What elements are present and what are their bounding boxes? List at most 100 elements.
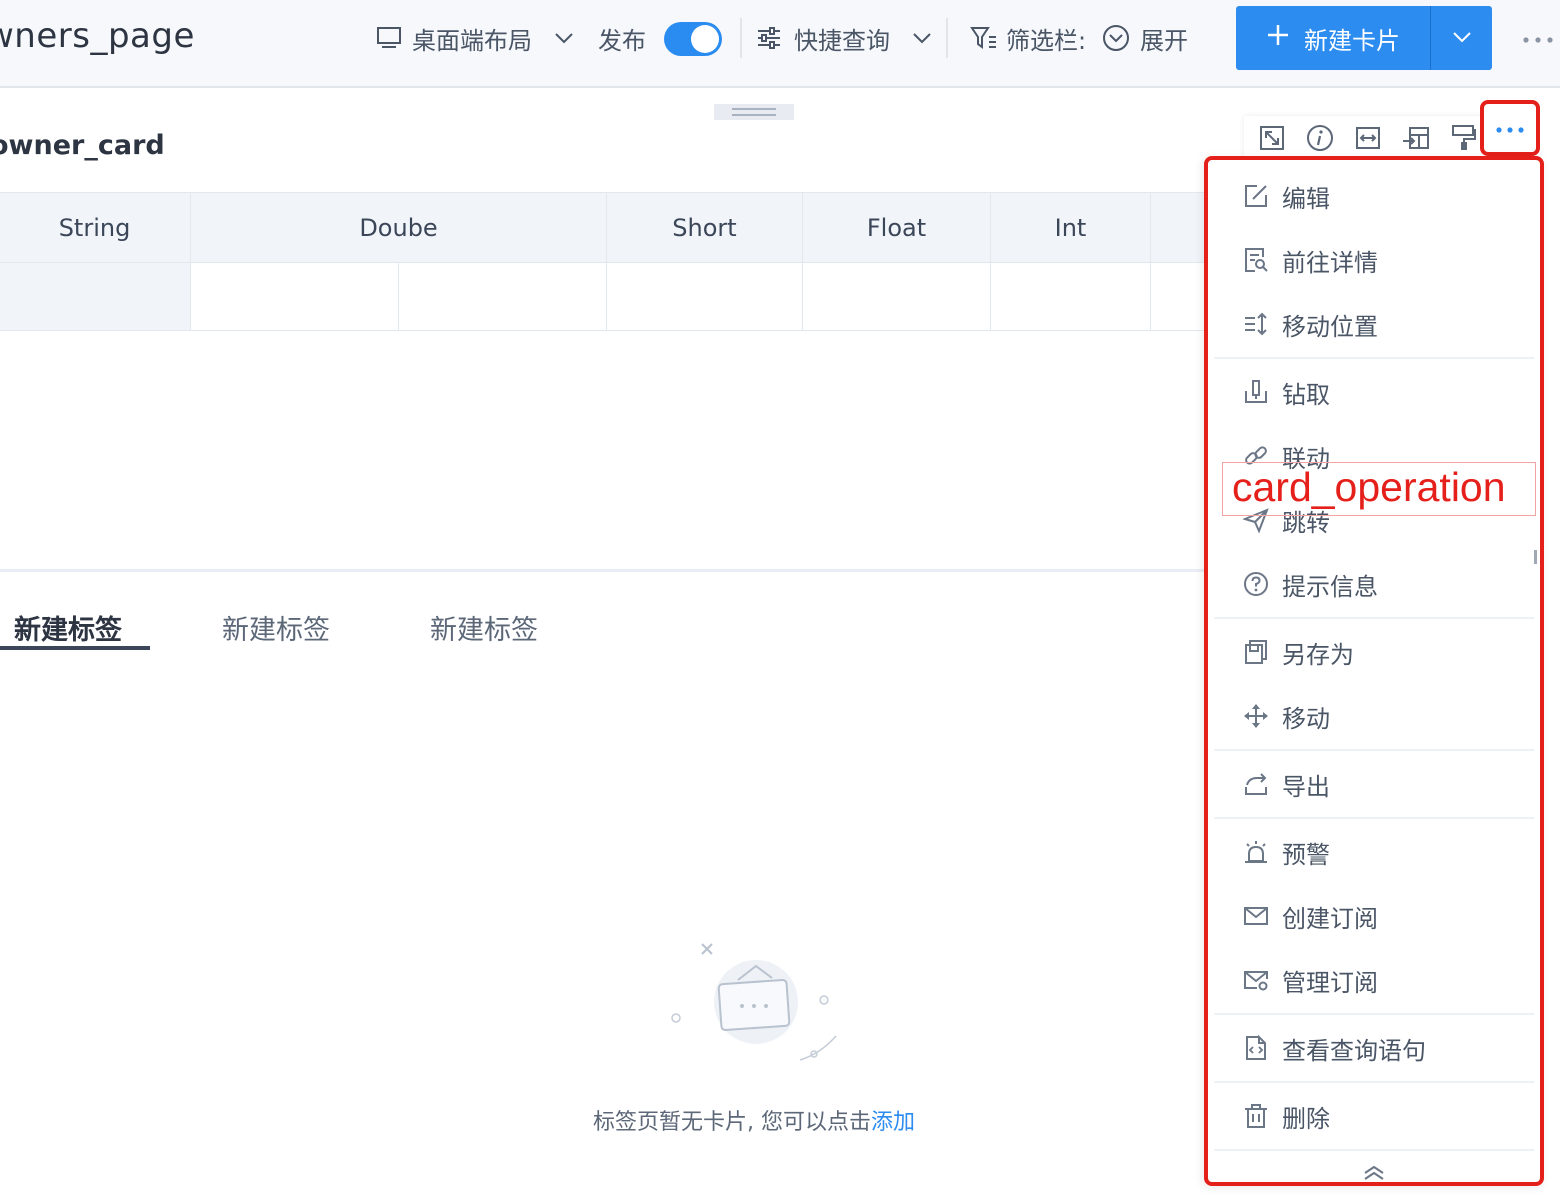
save-as-icon (1242, 638, 1270, 666)
menu-item-drill[interactable]: 钻取 (1214, 360, 1534, 424)
column-header[interactable]: Int (990, 192, 1151, 263)
menu-divider (1214, 1081, 1534, 1083)
new-card-dropdown-button[interactable] (1430, 6, 1492, 70)
quick-query-label: 快捷查询 (794, 26, 890, 55)
chevron-down-icon (912, 31, 932, 45)
menu-item-label: 删除 (1282, 1104, 1330, 1133)
menu-item-label: 编辑 (1282, 184, 1330, 213)
new-card-label: 新建卡片 (1304, 26, 1400, 55)
detail-icon (1242, 246, 1270, 274)
sliders-icon (756, 25, 782, 51)
column-header[interactable]: Float (802, 192, 991, 263)
menu-collapse-button[interactable] (1214, 1152, 1534, 1198)
menu-item-label: 另存为 (1282, 640, 1354, 669)
column-header[interactable]: Doube (190, 192, 607, 263)
plus-icon (1266, 23, 1290, 53)
column-header (1150, 192, 1211, 263)
tab-item[interactable]: 新建标签 (14, 608, 122, 647)
menu-item-move[interactable]: 移动 (1214, 684, 1534, 748)
layout-icon[interactable] (1392, 116, 1440, 160)
layout-label: 桌面端布局 (412, 26, 532, 55)
page-more-button[interactable] (1520, 20, 1556, 56)
desktop-icon (376, 25, 402, 51)
tab-item[interactable]: 新建标签 (430, 608, 538, 647)
fit-width-icon[interactable] (1344, 116, 1392, 160)
menu-scrollbar[interactable] (1534, 550, 1537, 564)
menu-item-label: 移动位置 (1282, 312, 1378, 341)
menu-divider (1214, 1013, 1534, 1015)
layout-dropdown[interactable]: 桌面端布局 (376, 20, 574, 56)
trash-icon (1242, 1102, 1270, 1130)
menu-item-label: 导出 (1282, 772, 1330, 801)
table-cell (0, 262, 191, 331)
card-title: owner_card (0, 130, 165, 161)
menu-item-create-subscription[interactable]: 创建订阅 (1214, 884, 1534, 948)
menu-item-label: 预警 (1282, 840, 1330, 869)
code-file-icon (1242, 1034, 1270, 1062)
menu-item-save-as[interactable]: 另存为 (1214, 620, 1534, 684)
column-header[interactable]: String (0, 192, 191, 263)
menu-item-manage-subscription[interactable]: 管理订阅 (1214, 948, 1534, 1012)
chevron-down-icon (1452, 29, 1472, 48)
move-icon (1242, 702, 1270, 730)
menu-item-tooltip[interactable]: 提示信息 (1214, 552, 1534, 616)
menu-divider (1214, 749, 1534, 751)
menu-item-label: 管理订阅 (1282, 968, 1378, 997)
card-operation-menu: 编辑 前往详情 移动位置 钻取 联动 跳转 提示信息 另存为 移动 导出 预警 … (1204, 156, 1544, 1186)
expand-label: 展开 (1140, 26, 1188, 55)
menu-divider (1214, 1149, 1534, 1151)
quick-query-dropdown[interactable]: 快捷查询 (756, 20, 932, 56)
expand-filter-button[interactable]: 展开 (1102, 20, 1188, 56)
menu-item-export[interactable]: 导出 (1214, 752, 1534, 816)
active-tab-indicator (0, 646, 150, 650)
menu-item-delete[interactable]: 删除 (1214, 1084, 1534, 1148)
table-cell (1150, 262, 1211, 331)
toolbar-divider (740, 18, 742, 58)
toggle-knob (691, 25, 719, 53)
menu-item-detail[interactable]: 前往详情 (1214, 228, 1534, 292)
table-cell (990, 262, 1151, 331)
publish-label: 发布 (598, 26, 646, 55)
annotation-label: card_operation (1232, 464, 1506, 510)
table-cell (802, 262, 991, 331)
menu-item-label: 创建订阅 (1282, 904, 1378, 933)
publish-toggle[interactable] (664, 22, 722, 56)
chevron-circle-icon (1102, 24, 1130, 52)
menu-item-label: 前往详情 (1282, 248, 1378, 277)
menu-item-view-query[interactable]: 查看查询语句 (1214, 1016, 1534, 1080)
filter-bar-control[interactable]: 筛选栏: (970, 20, 1086, 56)
tab-item[interactable]: 新建标签 (222, 608, 330, 647)
mail-icon (1242, 902, 1270, 930)
export-icon (1242, 770, 1270, 798)
menu-item-label: 提示信息 (1282, 572, 1378, 601)
filter-label: 筛选栏: (1006, 26, 1087, 55)
fullscreen-icon[interactable] (1248, 116, 1296, 160)
top-toolbar: wners_page 桌面端布局 发布 快捷查询 筛选栏: 展开 新建卡片 (0, 0, 1560, 88)
card-more-button[interactable] (1480, 100, 1540, 156)
help-icon (1242, 570, 1270, 598)
more-icon (1495, 119, 1525, 138)
double-chevron-up-icon (1363, 1165, 1385, 1185)
more-icon (1522, 29, 1554, 48)
reorder-icon (1242, 310, 1270, 338)
menu-item-edit[interactable]: 编辑 (1214, 164, 1534, 228)
menu-item-reorder[interactable]: 移动位置 (1214, 292, 1534, 356)
card-drag-handle[interactable] (714, 104, 794, 120)
info-icon[interactable] (1296, 116, 1344, 160)
menu-divider (1214, 357, 1534, 359)
toolbar-divider (946, 18, 948, 58)
menu-item-label: 钻取 (1282, 380, 1330, 409)
data-table: String Doube Short Float Int (0, 192, 1211, 331)
add-card-link[interactable]: 添加 (871, 1110, 915, 1135)
menu-item-label: 移动 (1282, 704, 1330, 733)
menu-divider (1214, 617, 1534, 619)
chevron-down-icon (554, 31, 574, 45)
column-header[interactable]: Short (606, 192, 803, 263)
table-header-row: String Doube Short Float Int (0, 192, 1211, 263)
table-cell (398, 262, 607, 331)
empty-state-text: 标签页暂无卡片, 您可以点击 (592, 1110, 871, 1135)
edit-icon (1242, 182, 1270, 210)
new-card-button[interactable]: 新建卡片 (1236, 6, 1430, 70)
menu-item-alert[interactable]: 预警 (1214, 820, 1534, 884)
table-row (0, 262, 1211, 331)
